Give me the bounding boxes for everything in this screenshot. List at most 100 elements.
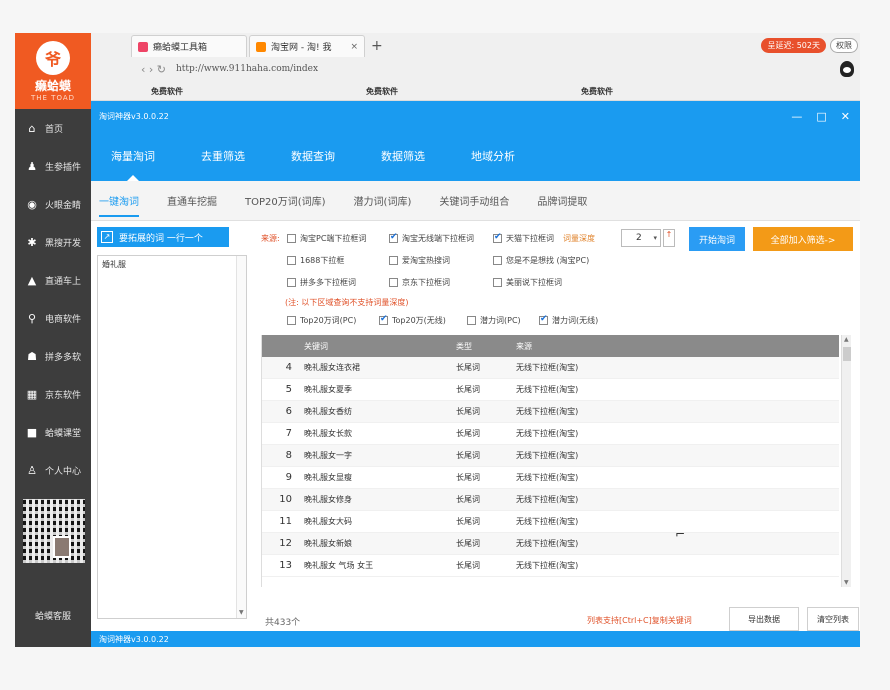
checkbox-pinduoduo[interactable]: 拼多多下拉框词 (287, 277, 356, 288)
close-icon[interactable]: ✕ (841, 110, 850, 123)
free-software-label[interactable]: 免费软件 (151, 86, 366, 97)
browser-tab-taobao[interactable]: 淘宝网 - 淘! 我 × (249, 35, 365, 57)
sidebar-item[interactable]: ♟ 生参插件 (15, 147, 91, 185)
subtab-potential[interactable]: 潜力词(词库) (354, 181, 412, 221)
checkbox-box[interactable] (539, 314, 548, 325)
scroll-up-icon[interactable]: ▲ (844, 336, 849, 343)
sidebar-item[interactable]: ◉ 火眼金睛 (15, 185, 91, 223)
checkbox-ai-taobao[interactable]: 爱淘宝热搜词 (389, 255, 450, 266)
nav-arrows-icon[interactable]: ‹ › ↻ (141, 63, 166, 76)
checkbox-box[interactable] (467, 316, 476, 325)
checkbox-taobao-mobile[interactable]: 淘宝无线端下拉框词 (389, 232, 474, 244)
checkbox-box[interactable] (493, 278, 502, 287)
maximize-icon[interactable]: □ (816, 110, 826, 123)
tab-dedupe-filter[interactable]: 去重筛选 (201, 131, 245, 181)
start-button[interactable]: 开始淘词 (689, 227, 745, 251)
customer-service-link[interactable]: 蛤蟆客服 (15, 609, 91, 622)
table-row[interactable]: 13 晚礼服女 气场 女王 长尾词 无线下拉框(淘宝) (262, 555, 839, 577)
scroll-thumb[interactable] (843, 347, 851, 361)
table-row[interactable]: 10 晚礼服女修身 长尾词 无线下拉框(淘宝) (262, 489, 839, 511)
scroll-down-icon[interactable]: ▼ (844, 579, 849, 586)
tab-region-analysis[interactable]: 地域分析 (471, 131, 515, 181)
table-row[interactable]: 9 晚礼服女显瘦 长尾词 无线下拉框(淘宝) (262, 467, 839, 489)
checkbox-box[interactable] (287, 256, 296, 265)
checkbox-meilishuo[interactable]: 美丽说下拉框词 (493, 277, 562, 288)
free-software-label[interactable]: 免费软件 (581, 86, 796, 97)
subtab-manual-combine[interactable]: 关键词手动组合 (439, 181, 509, 221)
tab-data-filter[interactable]: 数据筛选 (381, 131, 425, 181)
sidebar-item[interactable]: ⚲ 电商软件 (15, 299, 91, 337)
table-row[interactable]: 11 晚礼服女大码 长尾词 无线下拉框(淘宝) (262, 511, 839, 533)
tab-data-query[interactable]: 数据查询 (291, 131, 335, 181)
col-header-type[interactable]: 类型 (452, 341, 512, 352)
checkbox-box[interactable] (389, 256, 398, 265)
checkbox-box[interactable] (493, 256, 502, 265)
checkbox-box[interactable] (287, 316, 296, 325)
checkbox-label: 爱淘宝热搜词 (402, 256, 450, 265)
checkbox-tmall[interactable]: 天猫下拉框词 (493, 232, 554, 244)
sidebar-item[interactable]: ▲ 直通车上 (15, 261, 91, 299)
checkbox-taobao-pc[interactable]: 淘宝PC端下拉框词 (287, 233, 366, 244)
table-row[interactable]: 7 晚礼服女长款 长尾词 无线下拉框(淘宝) (262, 423, 839, 445)
qq-penguin-icon[interactable] (840, 61, 854, 77)
table-row[interactable]: 4 晚礼服女连衣裙 长尾词 无线下拉框(淘宝) (262, 357, 839, 379)
table-scrollbar[interactable]: ▲ ▼ (841, 335, 851, 587)
checkbox-label: 美丽说下拉框词 (506, 278, 562, 287)
textarea-scrollbar[interactable]: ▼ (236, 256, 246, 618)
table-row[interactable]: 6 晚礼服女香纺 长尾词 无线下拉框(淘宝) (262, 401, 839, 423)
video-icon: ■ (26, 425, 38, 439)
depth-select[interactable]: 2 (621, 229, 661, 247)
subtab-one-click[interactable]: 一键淘词 (99, 181, 139, 221)
expand-keywords-button[interactable]: ↗ 要拓展的词 一行一个 (97, 227, 229, 247)
checkbox-box[interactable] (287, 278, 296, 287)
free-software-label[interactable]: 免费软件 (366, 86, 581, 97)
table-row[interactable]: 5 晚礼服女夏季 长尾词 无线下拉框(淘宝) (262, 379, 839, 401)
checkbox-box[interactable] (389, 232, 398, 243)
col-header-keyword[interactable]: 关键词 (296, 341, 452, 352)
checkbox-box[interactable] (493, 232, 502, 243)
checkbox-box[interactable] (389, 278, 398, 287)
tab-mass-keywords[interactable]: 海量淘词 (111, 131, 155, 181)
row-source: 无线下拉框(淘宝) (516, 473, 579, 482)
export-button[interactable]: 导出数据 (729, 607, 799, 631)
checkbox-top20w-mobile[interactable]: Top20万(无线) (379, 314, 446, 326)
subtab-through-train[interactable]: 直通车挖掘 (167, 181, 217, 221)
logo-subtitle: THE TOAD (30, 93, 76, 102)
sidebar-item[interactable]: ☗ 拼多多软 (15, 337, 91, 375)
checkbox-top20w-pc[interactable]: Top20万词(PC) (287, 315, 356, 326)
col-header-source[interactable]: 来源 (512, 341, 839, 352)
row-type: 长尾词 (456, 517, 480, 526)
scroll-down-icon[interactable]: ▼ (239, 609, 244, 616)
table-row[interactable]: 8 晚礼服女一字 长尾词 无线下拉框(淘宝) (262, 445, 839, 467)
depth-up-icon[interactable]: ↑ (663, 229, 675, 247)
checkbox-potential-pc[interactable]: 潜力词(PC) (467, 315, 521, 326)
checkbox-1688[interactable]: 1688下拉框 (287, 255, 344, 266)
sidebar-item[interactable]: ▦ 京东软件 (15, 375, 91, 413)
checkbox-label: 潜力词(无线) (552, 316, 599, 325)
keyword-table: 关键词 类型 来源 4 晚礼服女连衣裙 长尾词 无线下拉框(淘宝) 5 晚礼服女夏季 长尾词… (261, 335, 839, 587)
copy-hint: 列表支持[Ctrl+C]复制关键词 (587, 616, 692, 625)
sidebar-item[interactable]: ✱ 黑搜开发 (15, 223, 91, 261)
checkbox-box[interactable] (287, 234, 296, 243)
minimize-icon[interactable]: — (791, 110, 802, 123)
sidebar-item[interactable]: ♙ 个人中心 (15, 451, 91, 489)
table-row[interactable]: 12 晚礼服女新娘 长尾词 无线下拉框(淘宝) (262, 533, 839, 555)
sidebar-item[interactable]: ⌂ 首页 (15, 109, 91, 147)
checkbox-box[interactable] (379, 314, 388, 325)
subtab-top20w[interactable]: TOP20万词(词库) (245, 181, 326, 221)
sidebar-item[interactable]: ■ 蛤蟆课堂 (15, 413, 91, 451)
permission-button[interactable]: 权限 (830, 38, 858, 53)
clear-list-button[interactable]: 清空列表 (807, 607, 859, 631)
add-all-filter-button[interactable]: 全部加入筛选-> (753, 227, 853, 251)
url-field[interactable]: http://www.911haha.com/index (176, 64, 318, 74)
checkbox-jd[interactable]: 京东下拉框词 (389, 277, 450, 288)
checkbox-did-you-mean[interactable]: 您是不是想找 (淘宝PC) (493, 255, 589, 266)
seed-keywords-textarea[interactable]: 婚礼服 ▼ (97, 255, 247, 619)
new-tab-button[interactable]: + (371, 38, 383, 57)
subtab-brand-extract[interactable]: 品牌词提取 (537, 181, 587, 221)
checkbox-potential-mobile[interactable]: 潜力词(无线) (539, 314, 599, 326)
row-keyword: 晚礼服女香纺 (304, 407, 352, 416)
row-number: 12 (279, 538, 292, 549)
close-tab-icon[interactable]: × (350, 42, 358, 52)
browser-tab-toolbox[interactable]: 癞蛤蟆工具箱 (131, 35, 247, 57)
